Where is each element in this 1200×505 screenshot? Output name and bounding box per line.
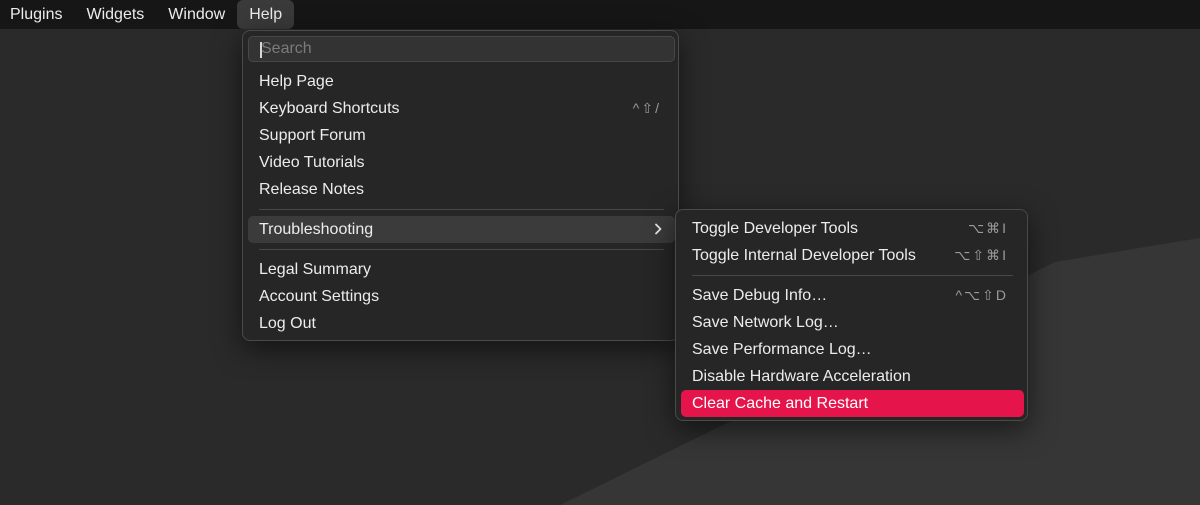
menu-item-save-network-log[interactable]: Save Network Log… bbox=[681, 309, 1024, 336]
menubar-widgets[interactable]: Widgets bbox=[74, 0, 156, 29]
keyboard-shortcut: ⌥⌘I bbox=[967, 220, 1008, 236]
menu-item-label: Clear Cache and Restart bbox=[692, 395, 869, 412]
keyboard-shortcut: ^⌥⇧D bbox=[955, 287, 1008, 303]
menu-item-save-debug-info[interactable]: Save Debug Info… ^⌥⇧D bbox=[681, 282, 1024, 309]
menu-item-label: Toggle Internal Developer Tools bbox=[692, 247, 916, 264]
menu-item-log-out[interactable]: Log Out bbox=[248, 310, 675, 337]
menubar-help[interactable]: Help bbox=[237, 0, 295, 29]
menu-item-help-page[interactable]: Help Page bbox=[248, 68, 675, 95]
menu-separator bbox=[692, 275, 1013, 276]
chevron-right-icon bbox=[655, 223, 662, 235]
menu-item-label: Disable Hardware Acceleration bbox=[692, 368, 911, 385]
keyboard-shortcut: ^⇧/ bbox=[632, 100, 661, 116]
menu-item-troubleshooting[interactable]: Troubleshooting bbox=[248, 216, 675, 243]
help-menu: Help Page Keyboard Shortcuts ^⇧/ Support… bbox=[242, 30, 679, 341]
menu-item-label: Troubleshooting bbox=[259, 221, 374, 238]
menu-item-video-tutorials[interactable]: Video Tutorials bbox=[248, 149, 675, 176]
menu-item-label: Release Notes bbox=[259, 181, 364, 198]
menu-item-disable-hardware-acceleration[interactable]: Disable Hardware Acceleration bbox=[681, 363, 1024, 390]
menu-item-account-settings[interactable]: Account Settings bbox=[248, 283, 675, 310]
troubleshooting-submenu: Toggle Developer Tools ⌥⌘I Toggle Intern… bbox=[675, 209, 1028, 421]
menu-item-keyboard-shortcuts[interactable]: Keyboard Shortcuts ^⇧/ bbox=[248, 95, 675, 122]
menu-item-label: Video Tutorials bbox=[259, 154, 365, 171]
menu-item-toggle-internal-developer-tools[interactable]: Toggle Internal Developer Tools ⌥⇧⌘I bbox=[681, 242, 1024, 269]
menu-item-release-notes[interactable]: Release Notes bbox=[248, 176, 675, 203]
menu-item-label: Legal Summary bbox=[259, 261, 372, 278]
menu-item-label: Keyboard Shortcuts bbox=[259, 100, 400, 117]
menu-item-support-forum[interactable]: Support Forum bbox=[248, 122, 675, 149]
menu-item-label: Log Out bbox=[259, 315, 316, 332]
menu-separator bbox=[259, 209, 664, 210]
menu-item-label: Save Performance Log… bbox=[692, 341, 872, 358]
keyboard-shortcut: ⌥⇧⌘I bbox=[954, 247, 1008, 263]
search-input[interactable] bbox=[261, 37, 661, 61]
menu-item-label: Account Settings bbox=[259, 288, 380, 305]
menubar-window[interactable]: Window bbox=[156, 0, 237, 29]
menu-item-label: Toggle Developer Tools bbox=[692, 220, 859, 237]
menu-bar: Plugins Widgets Window Help bbox=[0, 0, 1200, 29]
search-field[interactable] bbox=[248, 36, 675, 62]
menubar-plugins[interactable]: Plugins bbox=[0, 0, 74, 29]
menu-item-save-performance-log[interactable]: Save Performance Log… bbox=[681, 336, 1024, 363]
menu-item-clear-cache-and-restart[interactable]: Clear Cache and Restart bbox=[681, 390, 1024, 417]
menu-item-label: Support Forum bbox=[259, 127, 366, 144]
menu-item-toggle-developer-tools[interactable]: Toggle Developer Tools ⌥⌘I bbox=[681, 215, 1024, 242]
menu-separator bbox=[259, 249, 664, 250]
menu-item-legal-summary[interactable]: Legal Summary bbox=[248, 256, 675, 283]
menu-item-label: Save Network Log… bbox=[692, 314, 839, 331]
menu-item-label: Save Debug Info… bbox=[692, 287, 828, 304]
menu-item-label: Help Page bbox=[259, 73, 334, 90]
